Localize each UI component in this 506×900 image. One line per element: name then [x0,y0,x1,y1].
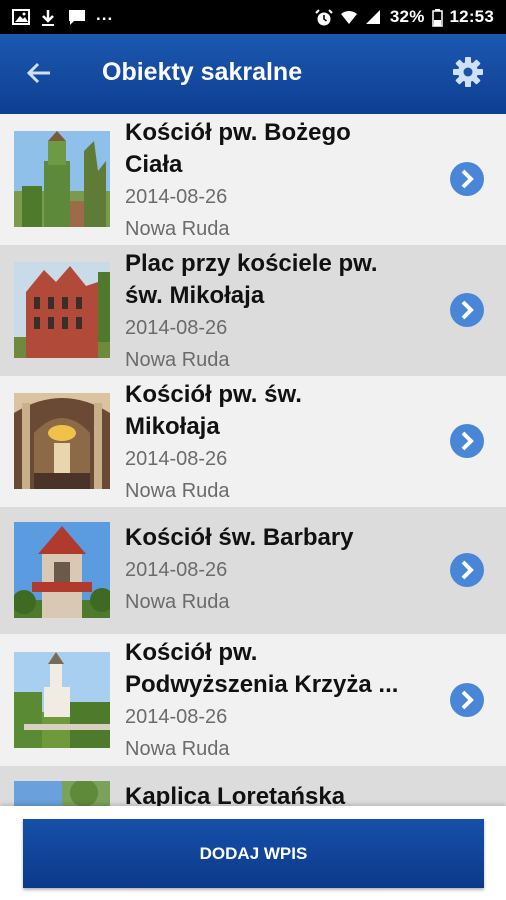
status-bar: ... 32% 12:53 [0,0,506,34]
chevron-right-icon [450,293,484,327]
gear-icon [452,56,484,93]
settings-button[interactable] [450,56,486,92]
open-item-button[interactable] [450,424,484,458]
item-date: 2014-08-26 [125,559,228,581]
open-item-button[interactable] [450,683,484,717]
item-location: Nowa Ruda [125,591,230,613]
item-date: 2014-08-26 [125,317,228,339]
arrow-back-icon [26,61,52,90]
list-item[interactable]: Kościół św. Barbary 2014-08-26 Nowa Ruda [0,507,506,634]
item-location: Nowa Ruda [125,218,230,240]
list-item[interactable]: Kościół pw. św. Mikołaja 2014-08-26 Nowa… [0,376,506,507]
thumbnail-image [14,262,110,358]
clock: 12:53 [449,7,494,26]
more-notifications: ... [96,5,114,24]
open-item-button[interactable] [450,162,484,196]
list-item[interactable]: Kościół pw. Podwyższenia Krzyża ... 2014… [0,634,506,766]
open-item-button[interactable] [450,293,484,327]
thumbnail-image [14,652,110,748]
item-title: Plac przy kościele pw. św. Mikołaja [125,250,378,309]
app-bar: Obiekty sakralne [0,34,506,114]
list-item[interactable]: Kościół pw. Bożego Ciała 2014-08-26 Nowa… [0,114,506,245]
item-location: Nowa Ruda [125,480,230,502]
page-title: Obiekty sakralne [102,58,303,86]
download-icon [40,9,58,26]
battery-percent: 32% [389,7,425,26]
wifi-icon [340,9,358,25]
bottom-action-bar: DODAJ WPIS [0,806,506,900]
places-list: Kościół pw. Bożego Ciała 2014-08-26 Nowa… [0,114,506,806]
thumbnail-image [14,393,110,489]
item-location: Nowa Ruda [125,738,230,760]
alarm-icon [315,9,333,26]
item-title: Kościół św. Barbary [125,524,354,551]
image-icon [12,9,30,25]
list-item[interactable]: Plac przy kościele pw. św. Mikołaja 2014… [0,245,506,376]
item-title: Kościół pw. Bożego Ciała [125,119,351,178]
chevron-right-icon [450,162,484,196]
chevron-right-icon [450,424,484,458]
item-title: Kościół pw. Podwyższenia Krzyża ... [125,639,399,698]
item-date: 2014-08-26 [125,706,228,728]
thumbnail-image [14,131,110,227]
message-icon [68,9,86,25]
list-item[interactable]: Kaplica Loretańska [0,766,506,806]
chevron-right-icon [450,553,484,587]
signal-icon [365,9,383,25]
item-date: 2014-08-26 [125,448,228,470]
chevron-right-icon [450,683,484,717]
add-entry-button[interactable]: DODAJ WPIS [23,819,484,888]
item-location: Nowa Ruda [125,349,230,371]
open-item-button[interactable] [450,553,484,587]
item-title: Kaplica Loretańska [125,783,346,806]
item-date: 2014-08-26 [125,186,228,208]
back-button[interactable] [22,58,56,92]
item-title: Kościół pw. św. Mikołaja [125,381,302,440]
thumbnail-image [14,522,110,618]
thumbnail-image [14,781,110,806]
battery-icon [431,9,443,27]
